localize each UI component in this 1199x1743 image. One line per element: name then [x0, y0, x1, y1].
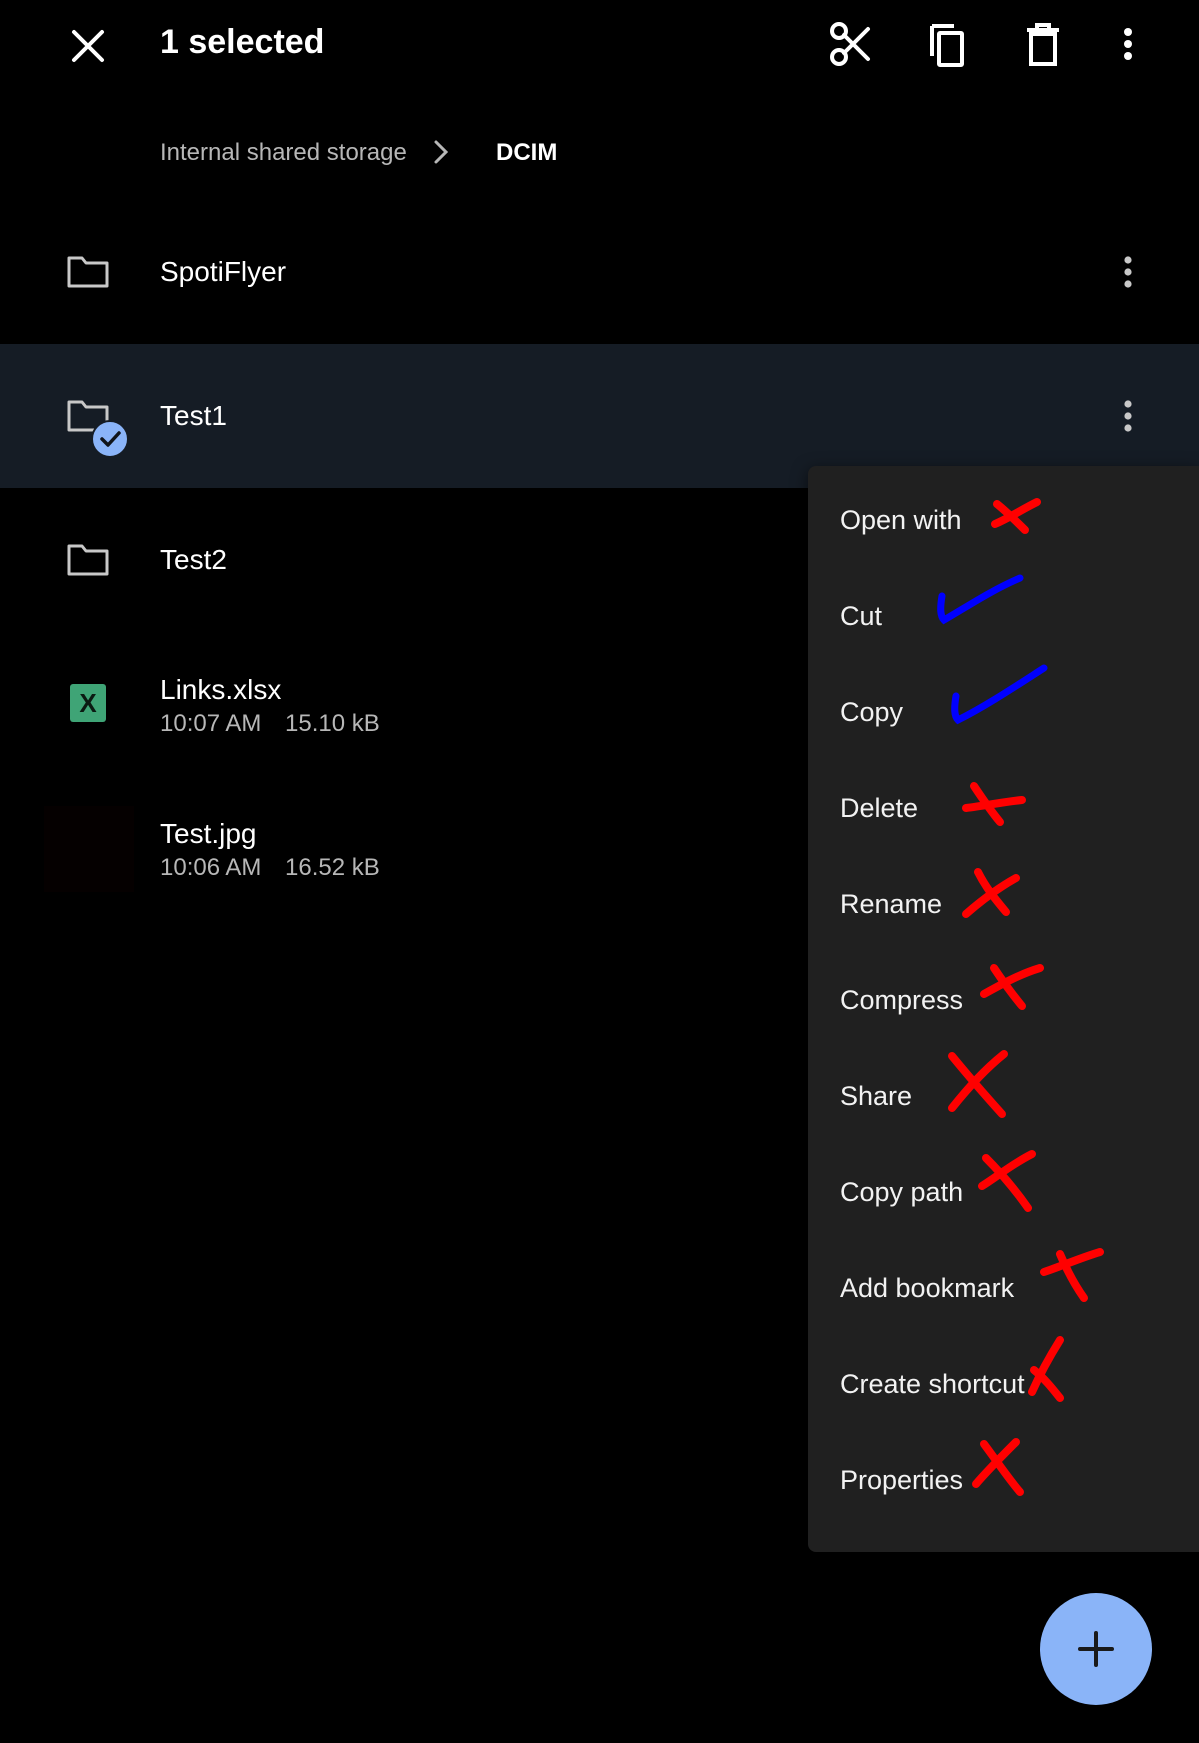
menu-item-label: Copy path — [840, 1177, 964, 1207]
menu-item-copy[interactable]: Copy — [808, 664, 1199, 760]
menu-item-label: Cut — [840, 601, 883, 631]
file-name: Test.jpg — [160, 818, 257, 849]
file-name: Test2 — [160, 544, 227, 575]
menu-item-copy-path[interactable]: Copy path — [808, 1144, 1199, 1240]
file-time: 10:07 AM — [160, 710, 262, 737]
menu-item-label: Open with — [840, 505, 962, 535]
menu-item-label: Rename — [840, 889, 943, 919]
plus-icon — [1078, 1631, 1114, 1667]
selection-title: 1 selected — [160, 23, 325, 61]
top-app-bar: 1 selected — [0, 0, 1199, 90]
delete-icon[interactable] — [1013, 14, 1073, 74]
overflow-menu: Open with Cut Copy Delete Rename Compres… — [808, 466, 1199, 1552]
file-time: 10:06 AM — [160, 854, 262, 881]
menu-item-add-bookmark[interactable]: Add bookmark — [808, 1240, 1199, 1336]
file-name: Test1 — [160, 400, 227, 431]
menu-item-label: Share — [840, 1081, 913, 1111]
file-name: Links.xlsx — [160, 674, 282, 705]
folder-icon — [66, 250, 110, 294]
blue-check-mark — [940, 650, 1060, 730]
blue-check-mark — [928, 560, 1038, 640]
more-vert-icon[interactable] — [1098, 14, 1158, 74]
xlsx-file-icon: X — [70, 684, 106, 722]
menu-item-properties[interactable]: Properties — [808, 1432, 1199, 1528]
folder-icon — [66, 538, 110, 582]
file-size: 15.10 kB — [285, 710, 380, 737]
red-cross-mark — [983, 478, 1063, 558]
file-size: 16.52 kB — [285, 854, 380, 881]
more-vert-icon[interactable] — [1110, 394, 1146, 438]
red-cross-mark — [1036, 1234, 1116, 1314]
menu-item-delete[interactable]: Delete — [808, 760, 1199, 856]
menu-item-label: Properties — [840, 1465, 964, 1495]
menu-item-open-with[interactable]: Open with — [808, 472, 1199, 568]
close-icon[interactable] — [62, 20, 114, 72]
menu-item-rename[interactable]: Rename — [808, 856, 1199, 952]
red-cross-mark — [958, 854, 1038, 934]
red-cross-mark — [976, 950, 1056, 1030]
red-cross-mark — [1022, 1330, 1102, 1410]
image-thumbnail — [44, 806, 134, 892]
more-vert-icon[interactable] — [1110, 250, 1146, 294]
breadcrumb-internal-storage[interactable]: Internal shared storage — [160, 136, 407, 170]
red-cross-mark — [956, 764, 1036, 844]
menu-item-share[interactable]: Share — [808, 1048, 1199, 1144]
chevron-right-icon — [428, 134, 454, 170]
menu-item-label: Copy — [840, 697, 904, 727]
file-name: SpotiFlyer — [160, 256, 287, 287]
red-cross-mark — [972, 1136, 1052, 1216]
breadcrumb-dcim[interactable]: DCIM — [496, 136, 557, 170]
add-fab-button[interactable] — [1040, 1593, 1152, 1705]
copy-icon[interactable] — [918, 14, 978, 74]
red-cross-mark — [942, 1042, 1022, 1122]
menu-item-label: Add bookmark — [840, 1273, 1015, 1303]
red-cross-mark — [968, 1430, 1048, 1510]
menu-item-compress[interactable]: Compress — [808, 952, 1199, 1048]
check-circle-icon — [91, 420, 129, 458]
menu-item-label: Create shortcut — [840, 1369, 1025, 1399]
list-item[interactable]: SpotiFlyer — [0, 200, 1199, 344]
menu-item-label: Delete — [840, 793, 919, 823]
menu-item-label: Compress — [840, 985, 964, 1015]
menu-item-create-shortcut[interactable]: Create shortcut — [808, 1336, 1199, 1432]
cut-icon[interactable] — [822, 14, 882, 74]
